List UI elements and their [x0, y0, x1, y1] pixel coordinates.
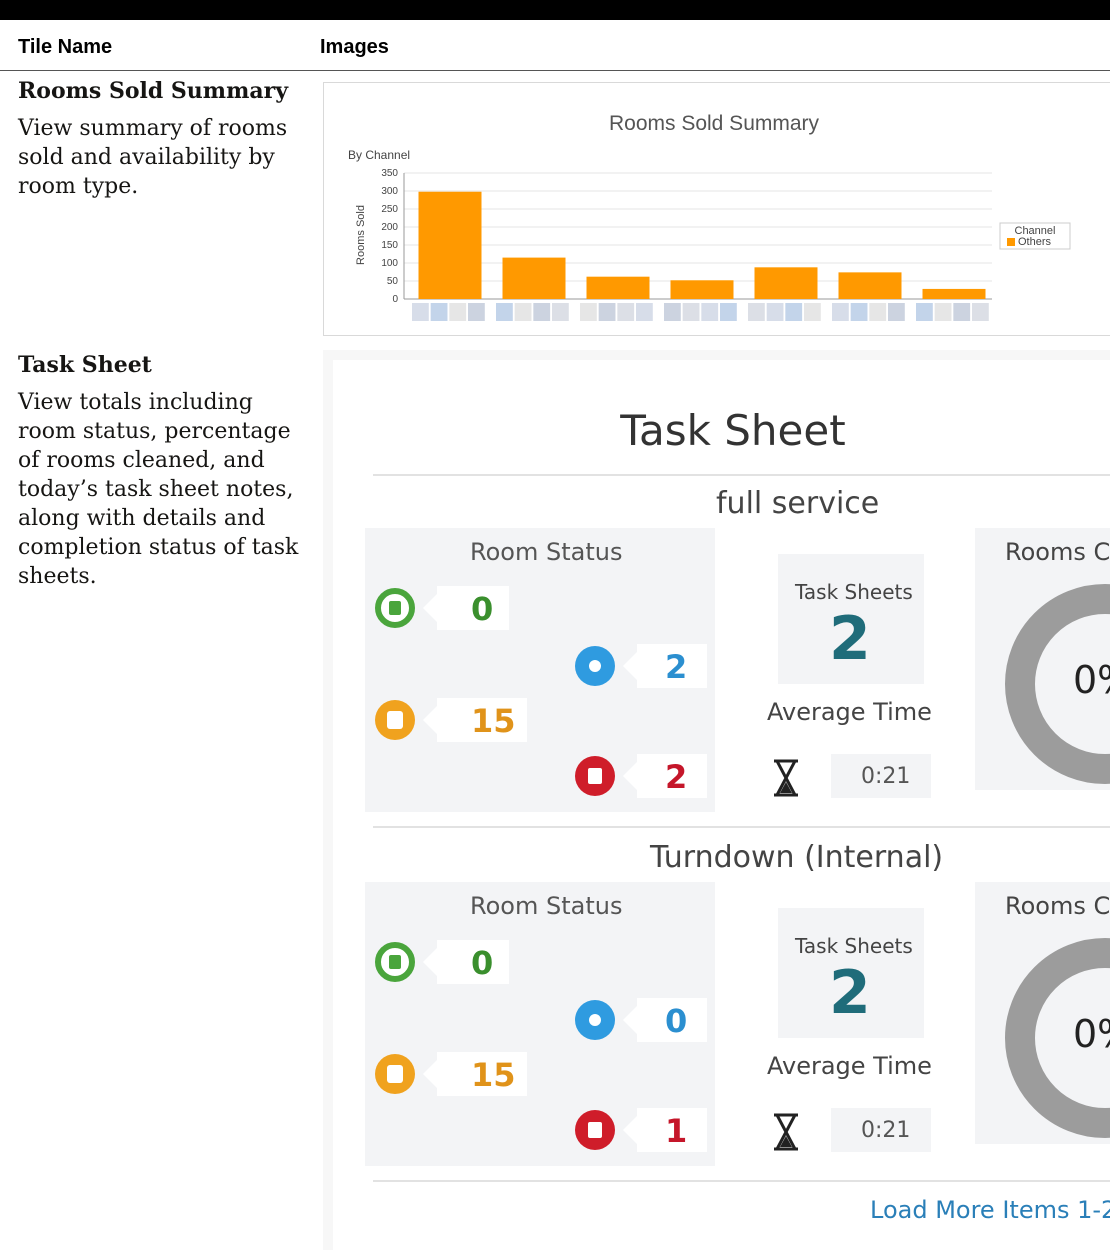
x-tick-label-blurred: [972, 303, 989, 321]
hourglass-icon: [774, 1113, 798, 1151]
inspected-count: 0: [665, 1002, 688, 1040]
divider: [373, 474, 1110, 476]
bar-3: [586, 276, 650, 299]
section-title-full-service: full service: [716, 486, 880, 521]
average-time-value: 0:21: [861, 1118, 911, 1143]
x-tick-label-blurred: [598, 303, 616, 321]
clean-status-icon: [375, 588, 415, 628]
task-sheet-image: Task Sheet full service Room Status 0 2 …: [323, 350, 1110, 1250]
task-sheets-count: 2: [829, 958, 871, 1028]
average-time-label: Average Time: [767, 1052, 932, 1080]
x-tick-label-blurred: [934, 303, 952, 321]
x-tick-label-blurred: [533, 303, 551, 321]
x-tick-label-blurred: [682, 303, 700, 321]
average-time-value: 0:21: [861, 764, 911, 789]
divider: [373, 826, 1110, 828]
bar-1: [418, 191, 482, 299]
x-tick-label-blurred: [804, 303, 821, 321]
rooms-completed-label: Rooms Co: [1005, 538, 1110, 566]
x-tick-label-blurred: [953, 303, 971, 321]
pickup-status-icon: [375, 1054, 415, 1094]
rooms-completed-label: Rooms Co: [1005, 892, 1110, 920]
tile-title-rooms-sold: Rooms Sold Summary: [18, 78, 288, 104]
rooms-sold-chart: Rooms Sold Summary By Channel Rooms Sold…: [348, 112, 1071, 321]
bar-2: [502, 257, 566, 299]
pickup-status-icon: [375, 700, 415, 740]
clean-status-icon: [375, 942, 415, 982]
y-tick-label: 50: [387, 276, 399, 287]
tile-desc-rooms-sold: View summary of rooms sold and availabil…: [18, 116, 288, 199]
hourglass-icon: [774, 759, 798, 797]
dirty-count: 2: [665, 758, 688, 796]
y-tick-label: 350: [381, 168, 398, 179]
x-tick-label-blurred: [636, 303, 653, 321]
x-tick-label-blurred: [888, 303, 905, 321]
bar-5: [754, 267, 818, 299]
x-tick-label-blurred: [869, 303, 887, 321]
task-sheets-label: Task Sheets: [795, 934, 913, 958]
x-tick-label-blurred: [850, 303, 868, 321]
rooms-completed-percent: 0%: [1073, 658, 1110, 702]
dirty-count: 1: [665, 1112, 688, 1150]
legend-series-others: Others: [1018, 236, 1052, 248]
x-tick-label-blurred: [720, 303, 737, 321]
y-tick-label: 0: [392, 294, 398, 305]
load-more-link[interactable]: Load More Items 1-2: [870, 1196, 1110, 1224]
pickup-count: 15: [471, 1056, 516, 1094]
y-tick-label: 150: [381, 240, 398, 251]
x-tick-label-blurred: [430, 303, 448, 321]
bar-7: [922, 288, 986, 299]
x-tick-label-blurred: [785, 303, 803, 321]
top-rule: [0, 0, 1110, 20]
average-time-label: Average Time: [767, 698, 932, 726]
x-tick-label-blurred: [766, 303, 784, 321]
header-tile-name: Tile Name: [18, 36, 113, 58]
bar-6: [838, 272, 902, 299]
x-tick-label-blurred: [664, 303, 681, 321]
y-tick-label: 250: [381, 204, 398, 215]
chart-title: Rooms Sold Summary: [609, 112, 820, 135]
x-tick-label-blurred: [832, 303, 849, 321]
bar-4: [670, 280, 734, 299]
header-images: Images: [320, 36, 389, 58]
task-sheets-count: 2: [829, 604, 871, 674]
chart-legend: Channel Others: [999, 222, 1071, 250]
dirty-status-icon: [575, 1110, 615, 1150]
inspected-count: 2: [665, 648, 688, 686]
x-tick-label-blurred: [468, 303, 485, 321]
section-title-turndown: Turndown (Internal): [650, 840, 944, 875]
x-tick-label-blurred: [580, 303, 597, 321]
x-tick-label-blurred: [617, 303, 635, 321]
chart-subtitle: By Channel: [348, 148, 410, 162]
room-status-title: Room Status: [470, 538, 623, 566]
y-tick-label: 200: [381, 222, 398, 233]
x-tick-label-blurred: [552, 303, 569, 321]
dirty-status-icon: [575, 756, 615, 796]
y-tick-label: 100: [381, 258, 398, 269]
x-tick-label-blurred: [916, 303, 933, 321]
legend-swatch: [1007, 238, 1015, 246]
y-tick-label: 300: [381, 186, 398, 197]
x-tick-label-blurred: [701, 303, 719, 321]
room-status-title: Room Status: [470, 892, 623, 920]
header-divider: [0, 70, 1110, 71]
task-sheets-label: Task Sheets: [795, 580, 913, 604]
chart-y-axis-label: Rooms Sold: [355, 205, 367, 265]
x-tick-label-blurred: [748, 303, 765, 321]
rooms-sold-summary-image: Rooms Sold Summary By Channel Rooms Sold…: [323, 82, 1110, 336]
inspected-status-icon: [575, 1000, 615, 1040]
inspected-status-icon: [575, 646, 615, 686]
pickup-count: 15: [471, 702, 516, 740]
tile-desc-task-sheet: View totals including room status, perce…: [18, 390, 299, 589]
divider: [373, 1180, 1110, 1182]
x-tick-label-blurred: [412, 303, 429, 321]
tile-title-task-sheet: Task Sheet: [18, 352, 152, 378]
task-sheet-title: Task Sheet: [620, 406, 846, 455]
x-tick-label-blurred: [496, 303, 513, 321]
x-tick-label-blurred: [449, 303, 467, 321]
clean-count: 0: [471, 944, 494, 982]
rooms-completed-percent: 0%: [1073, 1012, 1110, 1056]
x-tick-label-blurred: [514, 303, 532, 321]
clean-count: 0: [471, 590, 494, 628]
